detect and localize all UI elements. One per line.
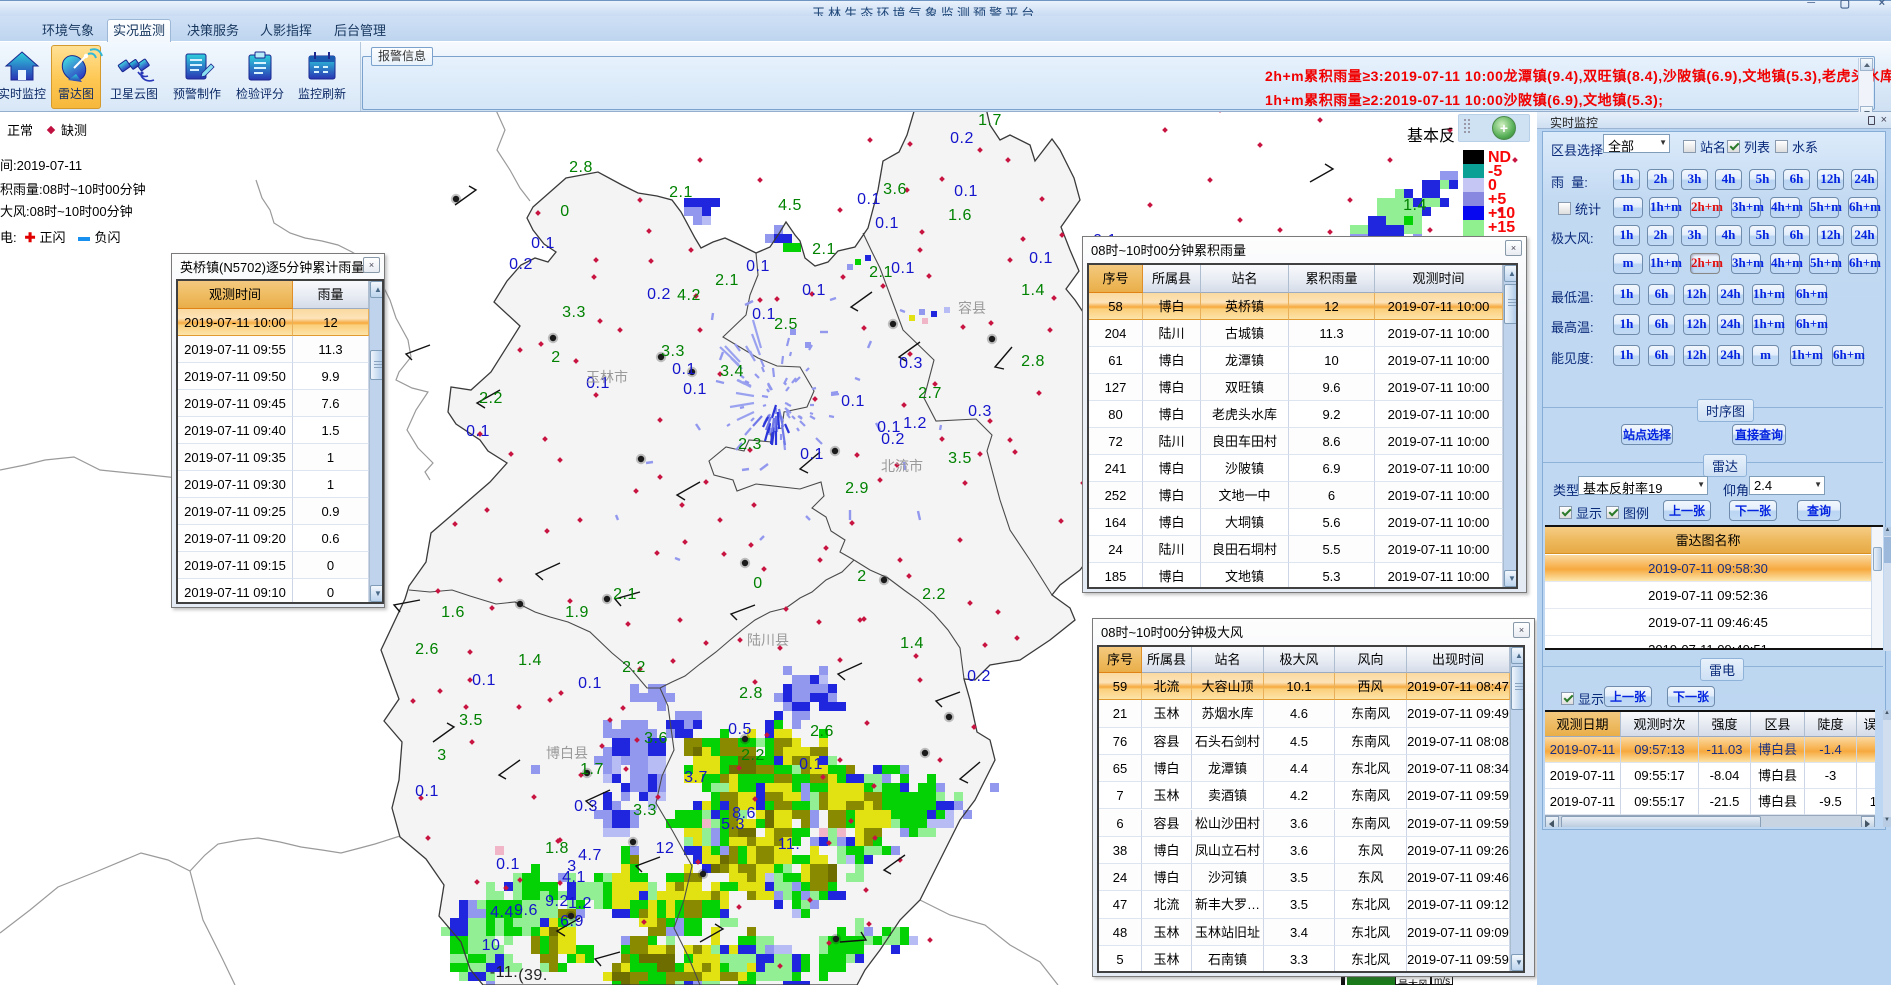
svg-text:1.4: 1.4 [900,635,924,652]
svg-text:2.1: 2.1 [812,241,836,258]
svg-text:0.1: 0.1 [752,306,776,323]
svg-text:4.2: 4.2 [677,287,701,304]
svg-text:5.3: 5.3 [721,816,745,833]
svg-text:0: 0 [560,203,569,220]
svg-text:2.6: 2.6 [415,641,439,658]
svg-text:2.5: 2.5 [774,316,798,333]
svg-text:11.: 11. [778,836,801,853]
svg-text:陆川县: 陆川县 [747,632,789,648]
svg-text:10: 10 [482,937,501,954]
svg-text:1.7: 1.7 [978,112,1002,129]
svg-text:2.1: 2.1 [869,264,893,281]
svg-text:1.2: 1.2 [568,895,592,912]
svg-text:0.1: 0.1 [857,191,881,208]
svg-text:3.5: 3.5 [948,450,972,467]
svg-text:2.1: 2.1 [715,272,739,289]
svg-text:0.2: 0.2 [881,431,905,448]
svg-text:北流市: 北流市 [881,458,923,474]
svg-text:2.2: 2.2 [622,659,646,676]
svg-text:3.3: 3.3 [562,304,586,321]
svg-text:3: 3 [437,747,446,764]
svg-text:0.2: 0.2 [647,286,671,303]
svg-text:3.3: 3.3 [661,343,685,360]
svg-text:0.1: 0.1 [578,675,602,692]
svg-text:9.2: 9.2 [545,893,569,910]
svg-text:2.1: 2.1 [613,586,637,603]
svg-text:2.8: 2.8 [1021,353,1045,370]
svg-text:4.4: 4.4 [490,904,514,921]
svg-text:0.3: 0.3 [574,798,598,815]
svg-text:2: 2 [857,568,866,585]
svg-text:1.2: 1.2 [903,415,927,432]
svg-text:3.3: 3.3 [633,802,657,819]
svg-text:0.1: 0.1 [466,423,490,440]
svg-text:2.8: 2.8 [739,685,763,702]
svg-text:2.6: 2.6 [810,723,834,740]
svg-text:1.6: 1.6 [441,604,465,621]
svg-text:6.9: 6.9 [560,913,584,930]
svg-text:3.5: 3.5 [459,712,483,729]
svg-text:0.1: 0.1 [800,446,824,463]
svg-text:1.8: 1.8 [545,840,569,857]
svg-text:0.2: 0.2 [967,668,991,685]
svg-text:2.7: 2.7 [918,385,942,402]
svg-text:2.9: 2.9 [845,480,869,497]
svg-text:2.1: 2.1 [669,184,693,201]
svg-text:0.5: 0.5 [728,721,752,738]
svg-text:4.7: 4.7 [578,847,602,864]
svg-text:4.5: 4.5 [778,197,802,214]
svg-text:2.2: 2.2 [922,586,946,603]
svg-text:博白县: 博白县 [546,745,588,761]
svg-text:0.1: 0.1 [891,260,915,277]
svg-text:3.7: 3.7 [684,769,708,786]
svg-text:2.3: 2.3 [738,436,762,453]
svg-text:3.6: 3.6 [644,730,668,747]
svg-text:0.2: 0.2 [950,130,974,147]
svg-text:9.6: 9.6 [514,902,538,919]
svg-text:0.1: 0.1 [802,282,826,299]
svg-text:0: 0 [753,575,762,592]
svg-text:3.4: 3.4 [720,363,744,380]
svg-text:0.1: 0.1 [799,756,823,773]
svg-text:2.8: 2.8 [569,159,593,176]
svg-text:0.2: 0.2 [509,256,533,273]
svg-text:0.1: 0.1 [531,235,555,252]
svg-text:0.1: 0.1 [472,672,496,689]
svg-text:0.1: 0.1 [683,381,707,398]
svg-text:0.3: 0.3 [899,355,923,372]
svg-text:0.1: 0.1 [672,361,696,378]
svg-text:2.2: 2.2 [741,747,765,764]
svg-text:容县: 容县 [958,300,986,316]
svg-text:4.1: 4.1 [562,869,586,886]
svg-text:1.4: 1.4 [1021,282,1045,299]
svg-text:3.6: 3.6 [883,181,907,198]
svg-text:1.7: 1.7 [580,761,604,778]
svg-text:0.1: 0.1 [841,393,865,410]
svg-text:0.1: 0.1 [875,215,899,232]
svg-text:1.4: 1.4 [518,652,542,669]
svg-text:1.4: 1.4 [1403,197,1427,214]
svg-text:(39.: (39. [518,967,548,984]
svg-text:0.1: 0.1 [415,783,439,800]
svg-text:玉林市: 玉林市 [586,369,628,385]
svg-text:0.1: 0.1 [496,856,520,873]
svg-text:2.2: 2.2 [479,390,503,407]
svg-text:0.1: 0.1 [954,183,978,200]
svg-text:0.1: 0.1 [746,258,770,275]
svg-text:2: 2 [551,349,560,366]
svg-text:0.3: 0.3 [968,403,992,420]
svg-text:-11.: -11. [490,964,518,981]
svg-text:1.6: 1.6 [948,207,972,224]
svg-text:0.1: 0.1 [1029,250,1053,267]
svg-text:12: 12 [656,840,675,857]
svg-text:1.9: 1.9 [565,604,589,621]
